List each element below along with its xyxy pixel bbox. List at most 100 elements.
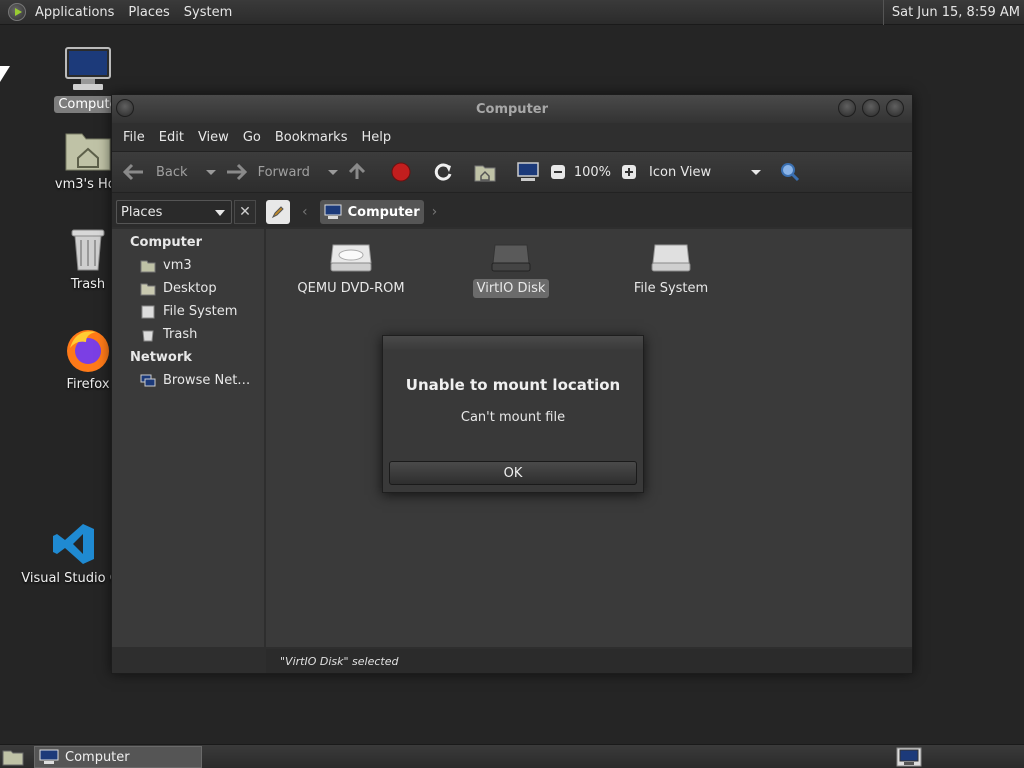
- dialog-title: Unable to mount location: [405, 376, 621, 394]
- window-titlebar[interactable]: Computer: [112, 95, 912, 123]
- zoom-in-button[interactable]: [621, 164, 637, 180]
- file-item-qemu-dvd-rom[interactable]: QEMU DVD-ROM: [286, 241, 416, 298]
- applications-menu[interactable]: Applications: [28, 0, 121, 25]
- menu-help[interactable]: Help: [354, 130, 398, 145]
- places-menu[interactable]: Places: [121, 0, 176, 25]
- filesystem-icon: [141, 305, 155, 318]
- search-button[interactable]: [779, 161, 801, 183]
- app-menu-icon[interactable]: [8, 3, 26, 21]
- chevron-left-icon[interactable]: ‹: [302, 204, 308, 220]
- sidebar-item-label: Trash: [163, 327, 198, 342]
- zoom-in-icon: [622, 165, 637, 179]
- stop-icon: [391, 162, 411, 182]
- pathbar: ‹ Computer ›: [266, 199, 437, 225]
- taskbar-button-computer[interactable]: Computer: [34, 746, 202, 768]
- sidebar-item-label: Desktop: [163, 281, 217, 296]
- home-icon: [474, 165, 496, 182]
- menu-go[interactable]: Go: [236, 130, 268, 145]
- sidebar-selector[interactable]: Places: [116, 200, 232, 224]
- filesystem-drive-icon: [651, 244, 691, 272]
- sidebar-heading-network: Network: [130, 350, 192, 365]
- view-mode-dropdown[interactable]: [751, 169, 762, 175]
- vscode-icon: [24, 518, 124, 570]
- menu-file[interactable]: File: [116, 130, 152, 145]
- clock[interactable]: Sat Jun 15, 8:59 AM: [882, 0, 1020, 25]
- dialog-titlebar[interactable]: [383, 336, 643, 350]
- desktop-folder-icon: [140, 283, 156, 295]
- zoom-level[interactable]: 100%: [574, 165, 611, 180]
- file-item-file-system[interactable]: File System: [606, 241, 736, 298]
- taskbar-button-label: Computer: [65, 749, 130, 765]
- menu-edit[interactable]: Edit: [152, 130, 191, 145]
- zoom-out-icon: [550, 165, 565, 179]
- desktop-icon-label: Trash: [70, 277, 106, 292]
- file-item-virtio-disk[interactable]: VirtIO Disk: [446, 241, 576, 298]
- sidebar-item-trash[interactable]: Trash: [140, 327, 197, 342]
- edit-icon: [271, 206, 284, 219]
- menu-bookmarks[interactable]: Bookmarks: [268, 130, 355, 145]
- back-arrow-icon: [122, 163, 143, 181]
- computer-button[interactable]: [516, 161, 540, 183]
- file-item-label: VirtIO Disk: [472, 279, 550, 298]
- sidebar-item-label: File System: [163, 304, 238, 319]
- bottom-panel: Computer: [0, 744, 1024, 768]
- back-history-dropdown[interactable]: [205, 169, 216, 175]
- trash-icon: [142, 330, 154, 341]
- ok-button[interactable]: OK: [389, 461, 637, 485]
- forward-history-dropdown[interactable]: [327, 169, 338, 175]
- dialog-message: Can't mount file: [460, 410, 566, 425]
- stop-button[interactable]: [390, 161, 412, 183]
- sidebar-item-browse-network[interactable]: Browse Net…: [140, 373, 250, 388]
- close-button[interactable]: [886, 99, 904, 117]
- show-desktop-icon[interactable]: [2, 748, 24, 766]
- sidebar: Computer vm3 Desktop File System Trash N…: [112, 229, 264, 647]
- view-mode-select[interactable]: Icon View: [649, 165, 711, 180]
- forward-arrow-icon: [226, 163, 247, 181]
- toolbar: Back Forward 100% Icon View: [112, 151, 912, 193]
- forward-label: Forward: [257, 164, 310, 180]
- top-panel: Applications Places System Sat Jun 15, 8…: [0, 0, 1024, 25]
- status-bar: "VirtIO Disk" selected: [266, 649, 912, 673]
- computer-icon: [517, 162, 539, 181]
- window-menu-button[interactable]: [116, 99, 134, 117]
- file-item-label: File System: [633, 281, 709, 296]
- network-icon: [140, 374, 156, 386]
- sidebar-item-label: Browse Net…: [163, 373, 251, 388]
- sidebar-item-label: vm3: [163, 258, 192, 273]
- sidebar-selector-label: Places: [121, 204, 163, 220]
- sidebar-item-file-system[interactable]: File System: [140, 304, 237, 319]
- computer-icon: [39, 749, 59, 764]
- system-menu[interactable]: System: [177, 0, 239, 25]
- file-item-label: QEMU DVD-ROM: [297, 281, 405, 296]
- error-dialog: Unable to mount location Can't mount fil…: [382, 335, 644, 493]
- up-button[interactable]: [346, 161, 368, 183]
- breadcrumb[interactable]: Computer: [319, 200, 424, 224]
- sidebar-item-vm3[interactable]: vm3: [140, 258, 192, 273]
- home-button[interactable]: [474, 162, 496, 182]
- back-button[interactable]: Back: [122, 162, 188, 182]
- search-icon: [781, 163, 800, 182]
- location-row: [112, 193, 912, 227]
- window-title: Computer: [475, 101, 549, 117]
- minimize-button[interactable]: [838, 99, 856, 117]
- zoom-out-button[interactable]: [550, 164, 566, 180]
- computer-icon: [324, 204, 342, 219]
- sidebar-item-desktop[interactable]: Desktop: [140, 281, 217, 296]
- home-folder-icon: [140, 260, 156, 272]
- maximize-button[interactable]: [862, 99, 880, 117]
- location-edit-button[interactable]: [266, 200, 290, 224]
- mouse-cursor-icon: [0, 66, 10, 82]
- forward-button[interactable]: Forward: [224, 162, 310, 182]
- workspace-switcher-icon[interactable]: [896, 747, 922, 767]
- up-arrow-icon: [348, 162, 365, 179]
- optical-drive-icon: [330, 244, 372, 272]
- reload-button[interactable]: [432, 161, 454, 183]
- sidebar-close-button[interactable]: ✕: [234, 200, 256, 224]
- menu-view[interactable]: View: [191, 130, 236, 145]
- computer-icon: [38, 44, 138, 96]
- hard-disk-icon: [491, 244, 531, 272]
- back-label: Back: [156, 164, 188, 180]
- panel-menu: Applications Places System: [0, 0, 239, 25]
- chevron-right-icon[interactable]: ›: [432, 204, 438, 220]
- sidebar-heading-computer: Computer: [130, 235, 203, 250]
